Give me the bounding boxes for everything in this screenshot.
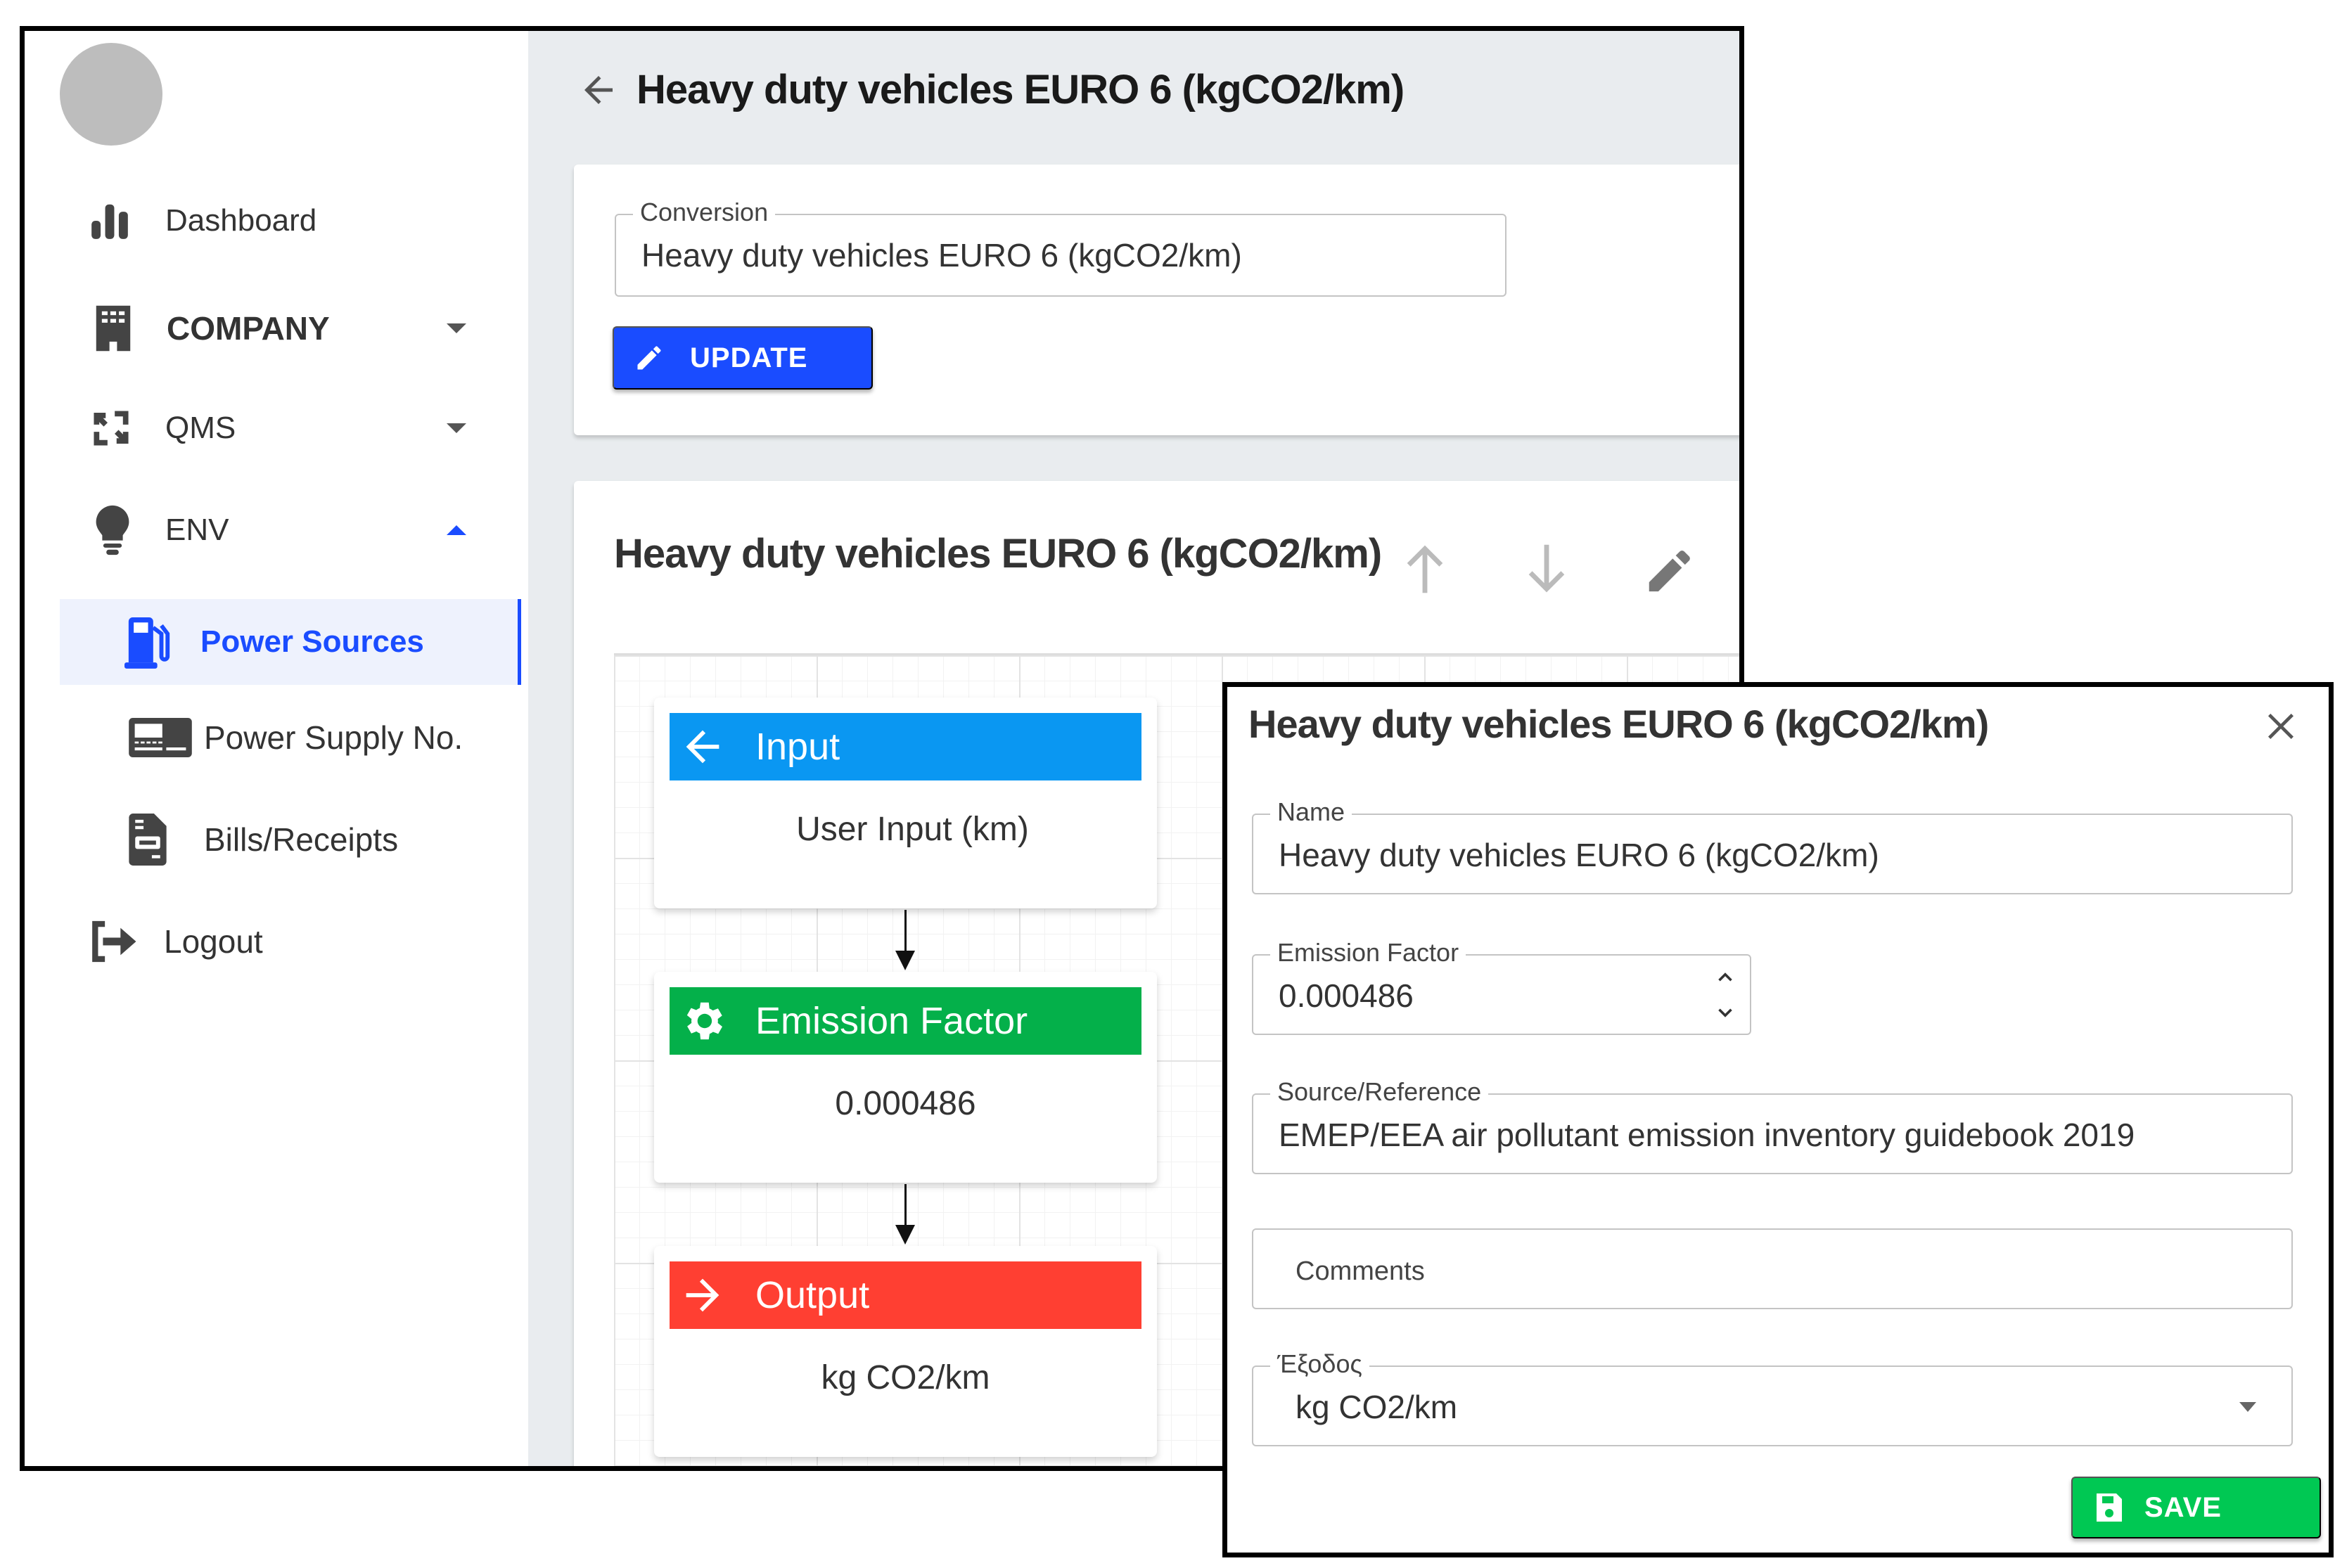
- bar-chart-icon: [88, 199, 132, 243]
- node-title: Input: [755, 726, 840, 768]
- node-title: Emission Factor: [755, 1000, 1028, 1042]
- avatar[interactable]: [60, 43, 162, 146]
- node-header: Output: [670, 1261, 1141, 1329]
- sidebar-item-label: ENV: [165, 513, 229, 547]
- chevron-up-icon[interactable]: [447, 525, 466, 535]
- building-icon: [94, 304, 133, 353]
- flow-node-output[interactable]: Output kg CO2/km: [654, 1246, 1157, 1457]
- lightbulb-icon: [94, 503, 132, 557]
- conversion-field[interactable]: Conversion Heavy duty vehicles EURO 6 (k…: [615, 197, 1506, 297]
- field-label: Conversion: [633, 197, 776, 228]
- logout-icon: [89, 919, 140, 964]
- flow-node-input[interactable]: Input User Input (km): [654, 698, 1157, 908]
- arrow-up-icon[interactable]: [1400, 541, 1450, 597]
- page-header: Heavy duty vehicles EURO 6 (kgCO2/km): [577, 66, 1405, 113]
- sidebar-item-label: Power Supply No.: [204, 719, 463, 756]
- chevron-down-icon[interactable]: [1713, 1001, 1737, 1024]
- close-icon[interactable]: [2261, 707, 2301, 746]
- back-arrow-icon[interactable]: [577, 69, 620, 111]
- field-label: Emission Factor: [1270, 937, 1466, 968]
- pencil-icon: [634, 342, 665, 373]
- node-header: Input: [670, 713, 1141, 780]
- flow-connector: [895, 910, 915, 970]
- chevron-down-icon[interactable]: [447, 323, 466, 333]
- sidebar-item-bills[interactable]: Bills/Receipts: [25, 801, 510, 878]
- sidebar-item-label: QMS: [165, 411, 236, 445]
- floppy-disk-icon: [2095, 1492, 2123, 1523]
- page-title: Heavy duty vehicles EURO 6 (kgCO2/km): [636, 67, 1405, 113]
- meter-icon: [129, 718, 192, 757]
- sidebar-item-power-supply[interactable]: Power Supply No.: [25, 699, 510, 776]
- flow-connector: [895, 1184, 915, 1245]
- source-reference-field[interactable]: Source/Reference EMEP/EEA air pollutant …: [1252, 1077, 2293, 1174]
- field-label: Name: [1270, 797, 1352, 828]
- output-select[interactable]: Έξοδος kg CO2/km: [1252, 1349, 2293, 1446]
- update-button-label: UPDATE: [690, 342, 808, 373]
- conversion-card: Conversion Heavy duty vehicles EURO 6 (k…: [574, 165, 1739, 435]
- save-button-label: SAVE: [2144, 1491, 2222, 1523]
- sidebar-item-label: Logout: [164, 923, 263, 960]
- flow-title: Heavy duty vehicles EURO 6 (kgCO2/km): [614, 531, 1382, 577]
- sidebar: Dashboard COMPANY QMS ENV Power Sources …: [25, 31, 528, 1466]
- conversion-input[interactable]: Heavy duty vehicles EURO 6 (kgCO2/km): [641, 236, 1242, 274]
- dialog-title: Heavy duty vehicles EURO 6 (kgCO2/km): [1248, 702, 1989, 746]
- receipt-icon: [129, 814, 167, 866]
- comments-field[interactable]: Comments: [1252, 1228, 2293, 1309]
- sidebar-item-logout[interactable]: Logout: [25, 903, 510, 980]
- sidebar-item-label: COMPANY: [167, 310, 330, 347]
- chevron-up-icon[interactable]: [1713, 965, 1737, 989]
- arrow-down-icon[interactable]: [1522, 541, 1571, 597]
- sidebar-item-power-sources[interactable]: Power Sources: [60, 599, 521, 685]
- gas-pump-icon: [124, 615, 174, 669]
- name-field[interactable]: Name Heavy duty vehicles EURO 6 (kgCO2/k…: [1252, 797, 2293, 894]
- emission-factor-input[interactable]: 0.000486: [1279, 977, 1414, 1015]
- node-body: 0.000486: [835, 1085, 976, 1122]
- emission-factor-field[interactable]: Emission Factor 0.000486: [1252, 937, 1751, 1035]
- sidebar-item-label: Power Sources: [200, 624, 424, 659]
- node-body: User Input (km): [796, 811, 1029, 848]
- field-label: Source/Reference: [1270, 1077, 1489, 1107]
- gear-icon: [678, 996, 727, 1046]
- sidebar-item-dashboard[interactable]: Dashboard: [25, 182, 510, 259]
- comments-placeholder: Comments: [1296, 1257, 1425, 1286]
- node-header: Emission Factor: [670, 987, 1141, 1055]
- name-input[interactable]: Heavy duty vehicles EURO 6 (kgCO2/km): [1279, 836, 1879, 874]
- dropdown-caret-icon[interactable]: [2239, 1402, 2256, 1412]
- pencil-icon[interactable]: [1643, 541, 1692, 597]
- edit-dialog: Heavy duty vehicles EURO 6 (kgCO2/km) Na…: [1222, 682, 2334, 1557]
- sidebar-item-label: Dashboard: [165, 203, 317, 238]
- sidebar-item-env[interactable]: ENV: [25, 491, 510, 569]
- chevron-down-icon[interactable]: [447, 423, 466, 433]
- arrow-right-icon: [678, 1271, 727, 1320]
- node-body: kg CO2/km: [821, 1359, 990, 1396]
- source-reference-input[interactable]: EMEP/EEA air pollutant emission inventor…: [1279, 1116, 2135, 1154]
- sidebar-item-qms[interactable]: QMS: [25, 390, 510, 467]
- sidebar-item-company[interactable]: COMPANY: [25, 290, 510, 367]
- save-button[interactable]: SAVE: [2071, 1477, 2321, 1538]
- update-button[interactable]: UPDATE: [613, 326, 873, 390]
- flow-node-emission-factor[interactable]: Emission Factor 0.000486: [654, 972, 1157, 1183]
- arrow-left-icon: [678, 722, 727, 771]
- field-label: Έξοδος: [1270, 1349, 1369, 1380]
- output-select-value: kg CO2/km: [1296, 1389, 1458, 1425]
- node-title: Output: [755, 1274, 870, 1316]
- sidebar-item-label: Bills/Receipts: [204, 821, 399, 858]
- sync-icon: [89, 406, 133, 450]
